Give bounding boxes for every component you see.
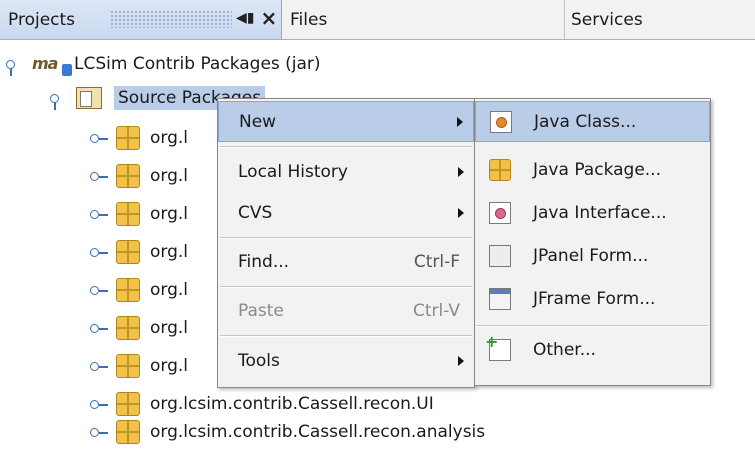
expand-handle-icon[interactable]	[90, 359, 108, 373]
context-menu: New Local History CVS Find... Ctrl-F Pas…	[217, 98, 475, 388]
package-icon	[116, 392, 140, 416]
collapse-handle-icon[interactable]	[50, 91, 68, 110]
tab-files[interactable]: Files	[282, 0, 565, 39]
menu-item-new[interactable]: New	[218, 101, 474, 142]
menu-separator	[220, 335, 472, 337]
source-packages-icon	[76, 87, 102, 109]
expand-handle-icon[interactable]	[90, 131, 108, 145]
menu-item-jframe-form[interactable]: JFrame Form...	[475, 278, 710, 319]
menu-item-label: JFrame Form...	[533, 288, 656, 309]
jpanel-form-icon	[489, 244, 511, 267]
package-icon	[116, 240, 140, 264]
menu-separator	[220, 286, 472, 288]
explorer-tab-bar: Projects ◀▮ × Files Services	[0, 0, 755, 40]
tree-package-node[interactable]: org.l	[90, 234, 188, 270]
tab-services-label: Services	[571, 9, 643, 30]
package-icon	[116, 354, 140, 378]
menu-item-paste[interactable]: Paste Ctrl-V	[218, 290, 474, 331]
package-icon	[116, 164, 140, 188]
package-label: org.l	[150, 280, 189, 300]
tree-package-node[interactable]: org.lcsim.contrib.Cassell.recon.analysis	[90, 414, 485, 450]
minimize-icon[interactable]: ◀▮	[236, 10, 254, 26]
tree-package-node[interactable]: org.l	[90, 272, 188, 308]
expand-handle-icon[interactable]	[90, 397, 108, 411]
package-label: org.l	[150, 128, 189, 148]
tab-projects[interactable]: Projects ◀▮ ×	[0, 0, 282, 39]
expand-handle-icon[interactable]	[90, 425, 108, 439]
new-other-icon	[485, 332, 511, 361]
package-label: org.lcsim.contrib.Cassell.recon.UI	[150, 394, 434, 414]
tree-package-node[interactable]: org.l	[90, 310, 188, 346]
tree-package-node[interactable]: org.l	[90, 348, 188, 384]
menu-item-label: JPanel Form...	[533, 245, 649, 266]
expand-handle-icon[interactable]	[90, 283, 108, 297]
submenu-arrow-icon	[458, 355, 464, 366]
menu-item-cvs[interactable]: CVS	[218, 192, 474, 233]
package-label: org.lcsim.contrib.Cassell.recon.analysis	[150, 422, 486, 442]
menu-item-other[interactable]: Other...	[475, 329, 710, 370]
new-submenu: Java Class... Java Package... Java Inter…	[474, 98, 711, 386]
tree-package-node[interactable]: org.l	[90, 196, 188, 232]
menu-item-label: CVS	[238, 202, 273, 223]
submenu-arrow-icon	[458, 207, 464, 218]
java-interface-icon	[489, 201, 511, 224]
menu-separator	[220, 146, 472, 148]
menu-item-label: Tools	[238, 350, 280, 371]
tree-root-node[interactable]: ma LCSim Contrib Packages (jar)	[6, 46, 321, 82]
menu-item-label: Paste	[238, 300, 284, 321]
java-class-icon	[490, 110, 512, 133]
menu-separator	[220, 237, 472, 239]
menu-item-local-history[interactable]: Local History	[218, 151, 474, 192]
tree-package-node[interactable]: org.l	[90, 120, 188, 156]
package-label: org.l	[150, 204, 189, 224]
java-package-icon	[489, 158, 511, 181]
tab-files-label: Files	[290, 9, 328, 30]
shortcut-label: Ctrl-V	[412, 300, 460, 321]
menu-item-java-package[interactable]: Java Package...	[475, 149, 710, 190]
menu-separator	[477, 325, 708, 327]
menu-item-label: Java Package...	[533, 159, 661, 180]
menu-item-jpanel-form[interactable]: JPanel Form...	[475, 235, 710, 276]
menu-item-label: Other...	[533, 339, 596, 360]
menu-item-label: Java Class...	[534, 111, 637, 132]
package-icon	[116, 202, 140, 226]
tree-package-node[interactable]: org.l	[90, 158, 188, 194]
library-jar-icon: ma	[32, 52, 72, 76]
package-icon	[116, 278, 140, 302]
menu-item-tools[interactable]: Tools	[218, 340, 474, 381]
submenu-arrow-icon	[457, 116, 463, 127]
tab-services[interactable]: Services	[565, 0, 755, 39]
expand-handle-icon[interactable]	[90, 207, 108, 221]
menu-item-find[interactable]: Find... Ctrl-F	[218, 241, 474, 282]
tree-root-label: LCSim Contrib Packages (jar)	[74, 54, 321, 74]
close-icon[interactable]: ×	[260, 8, 277, 28]
shortcut-label: Ctrl-F	[413, 251, 460, 272]
menu-item-label: Find...	[238, 251, 290, 272]
package-label: org.l	[150, 356, 189, 376]
menu-item-label: Local History	[238, 161, 348, 182]
drag-grip[interactable]	[110, 10, 232, 28]
expand-handle-icon[interactable]	[90, 321, 108, 335]
package-label: org.l	[150, 242, 189, 262]
menu-item-label: Java Interface...	[533, 202, 667, 223]
submenu-arrow-icon	[458, 166, 464, 177]
package-label: org.l	[150, 166, 189, 186]
menu-item-label: New	[239, 111, 277, 132]
expand-handle-icon[interactable]	[90, 169, 108, 183]
expand-handle-icon[interactable]	[90, 245, 108, 259]
package-label: org.l	[150, 318, 189, 338]
package-icon	[116, 420, 140, 444]
tab-projects-label: Projects	[8, 9, 76, 30]
jframe-form-icon	[489, 287, 511, 310]
menu-item-java-interface[interactable]: Java Interface...	[475, 192, 710, 233]
package-icon	[116, 316, 140, 340]
package-icon	[116, 126, 140, 150]
collapse-handle-icon[interactable]	[6, 57, 24, 76]
menu-item-java-class[interactable]: Java Class...	[475, 101, 710, 142]
